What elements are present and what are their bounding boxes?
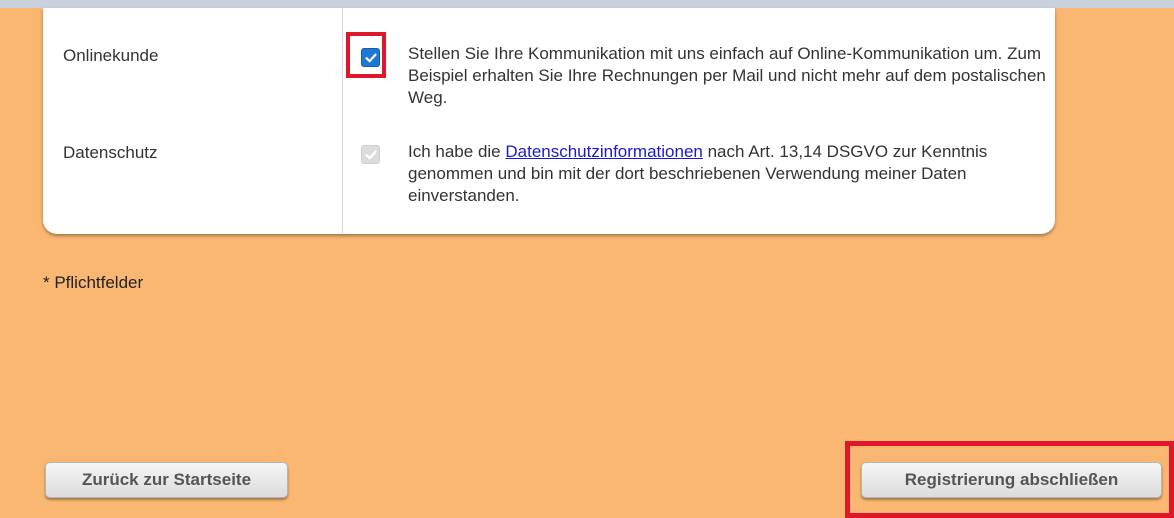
privacy-checkbox[interactable] [361, 145, 380, 164]
column-divider [342, 8, 343, 234]
online-customer-checkbox[interactable] [361, 48, 380, 67]
required-fields-note: * Pflichtfelder [43, 273, 144, 292]
privacy-label: Datenschutz [63, 143, 158, 162]
form-card: Onlinekunde Stellen Sie Ihre Kommunikati… [43, 8, 1055, 234]
online-customer-label: Onlinekunde [63, 46, 159, 65]
finish-registration-button[interactable]: Registrierung abschließen [861, 462, 1162, 498]
privacy-text-before: Ich habe die [408, 142, 506, 161]
online-customer-description: Stellen Sie Ihre Kommunikation mit uns e… [408, 44, 1046, 107]
privacy-description: Ich habe die Datenschutzinformationen na… [408, 141, 1048, 207]
check-icon [364, 150, 377, 159]
back-to-home-button[interactable]: Zurück zur Startseite [45, 462, 288, 498]
privacy-info-link[interactable]: Datenschutzinformationen [505, 142, 703, 161]
top-bar [0, 0, 1174, 8]
check-icon [364, 53, 377, 62]
